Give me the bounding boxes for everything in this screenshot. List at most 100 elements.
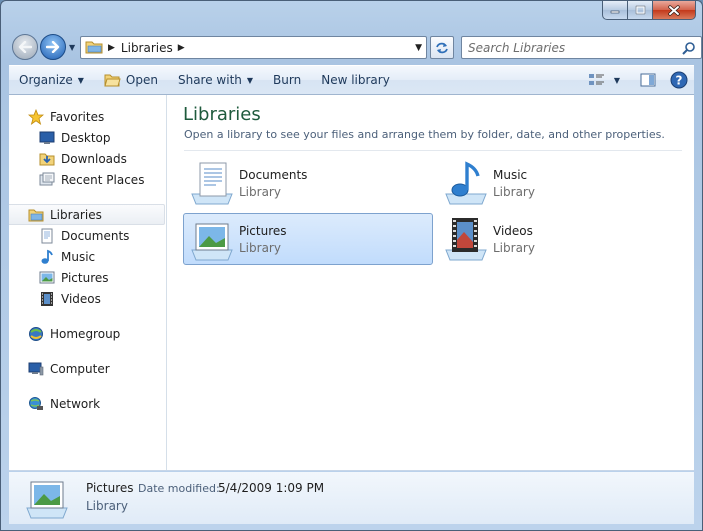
search-input[interactable] — [468, 40, 668, 55]
recent-places-icon — [39, 172, 55, 188]
sidebar-item-label: Homegroup — [50, 326, 121, 341]
divider — [184, 150, 682, 151]
breadcrumb-libraries[interactable]: Libraries — [121, 41, 173, 55]
library-name: Pictures — [239, 223, 287, 238]
explorer-window: ▼ ▶ Libraries ▶ ▼ Organize ▼ — [0, 0, 703, 531]
sidebar-item-network[interactable]: Network — [9, 393, 166, 414]
sidebar-item-computer[interactable]: Computer — [9, 358, 166, 379]
downloads-folder-icon — [39, 151, 55, 167]
new-library-button[interactable]: New library — [311, 68, 400, 92]
library-name: Videos — [493, 223, 533, 238]
maximize-button[interactable] — [628, 1, 653, 20]
svg-text:?: ? — [676, 74, 683, 88]
sidebar-item-libraries[interactable]: Libraries — [9, 204, 165, 225]
chevron-down-icon: ▼ — [77, 75, 84, 85]
details-modified-value: 5/4/2009 1:09 PM — [218, 481, 325, 495]
library-tile-music[interactable]: Music Library — [437, 157, 687, 209]
sidebar-item-homegroup[interactable]: Homegroup — [9, 323, 166, 344]
change-view-button[interactable] — [588, 69, 606, 91]
navigation-pane: Favorites Desktop Downloads Recent Place… — [9, 95, 167, 470]
library-tile-pictures[interactable]: Pictures Library — [183, 213, 433, 265]
documents-library-icon — [187, 159, 237, 207]
search-box[interactable] — [461, 36, 702, 59]
minimize-button[interactable] — [602, 1, 628, 20]
breadcrumb-separator-icon[interactable]: ▶ — [178, 43, 185, 53]
homegroup-icon — [28, 326, 44, 342]
sidebar-item-label: Favorites — [50, 109, 105, 124]
network-icon — [28, 396, 44, 412]
sidebar-item-favorites[interactable]: Favorites — [9, 106, 166, 127]
forward-button[interactable] — [40, 34, 66, 60]
sidebar-item-label: Computer — [50, 361, 110, 376]
search-icon[interactable] — [682, 41, 696, 58]
sidebar-item-pictures[interactable]: Pictures — [9, 267, 166, 288]
content-area: Favorites Desktop Downloads Recent Place… — [9, 95, 694, 471]
sidebar-item-recent-places[interactable]: Recent Places — [9, 169, 166, 190]
desktop-icon — [39, 130, 55, 146]
view-options-icon — [588, 74, 604, 85]
back-button[interactable] — [12, 34, 38, 60]
library-type: Library — [239, 184, 281, 199]
share-with-button[interactable]: Share with ▼ — [168, 68, 263, 92]
burn-label: Burn — [273, 73, 302, 87]
help-button[interactable]: ? — [670, 69, 688, 91]
library-type: Library — [493, 184, 535, 199]
sidebar-item-videos[interactable]: Videos — [9, 288, 166, 309]
address-history-dropdown[interactable]: ▼ — [415, 43, 422, 53]
new-library-label: New library — [321, 73, 390, 87]
pictures-library-icon — [23, 476, 71, 523]
share-with-label: Share with — [177, 73, 242, 87]
open-button[interactable]: Open — [94, 68, 168, 92]
navigation-bar: ▼ ▶ Libraries ▶ ▼ — [9, 32, 702, 62]
details-type: Library — [86, 499, 128, 513]
maximize-icon — [635, 5, 645, 15]
refresh-button[interactable] — [430, 36, 454, 59]
library-name: Documents — [239, 167, 308, 182]
videos-library-icon — [441, 215, 491, 263]
sidebar-item-desktop[interactable]: Desktop — [9, 127, 166, 148]
close-icon — [668, 4, 680, 16]
preview-pane-icon — [640, 73, 656, 87]
page-description: Open a library to see your files and arr… — [184, 128, 665, 141]
organize-button[interactable]: Organize ▼ — [9, 68, 94, 92]
library-type: Library — [493, 240, 535, 255]
sidebar-item-documents[interactable]: Documents — [9, 225, 166, 246]
sidebar-item-label: Downloads — [61, 151, 127, 166]
music-icon — [39, 249, 55, 265]
libraries-folder-icon — [85, 39, 103, 57]
address-bar[interactable]: ▶ Libraries ▶ ▼ — [80, 36, 427, 59]
open-label: Open — [125, 73, 158, 87]
burn-button[interactable]: Burn — [263, 68, 311, 92]
close-button[interactable] — [653, 1, 696, 20]
help-icon: ? — [670, 71, 688, 89]
sidebar-item-label: Videos — [61, 291, 101, 306]
sidebar-item-label: Recent Places — [61, 172, 145, 187]
details-modified-label: Date modified: — [138, 482, 220, 495]
organize-label: Organize — [19, 73, 73, 87]
sidebar-item-label: Libraries — [50, 207, 102, 222]
star-icon — [28, 108, 44, 125]
library-tile-documents[interactable]: Documents Library — [183, 157, 433, 209]
recent-pages-dropdown[interactable]: ▼ — [69, 43, 75, 52]
sidebar-item-downloads[interactable]: Downloads — [9, 148, 166, 169]
computer-icon — [28, 361, 44, 377]
preview-pane-button[interactable] — [640, 69, 656, 91]
sidebar-item-label: Documents — [61, 228, 130, 243]
more-view-options-button[interactable]: ▼ — [614, 69, 620, 91]
library-tile-videos[interactable]: Videos Library — [437, 213, 687, 265]
page-title: Libraries — [183, 104, 261, 125]
sidebar-item-label: Desktop — [61, 130, 111, 145]
sidebar-item-label: Pictures — [61, 270, 109, 285]
pictures-icon — [39, 270, 55, 286]
breadcrumb-separator-icon[interactable]: ▶ — [108, 43, 115, 53]
videos-icon — [39, 291, 55, 307]
command-bar: Organize ▼ Open Share with ▼ Burn New li… — [9, 65, 694, 95]
library-name: Music — [493, 167, 528, 182]
caption-buttons — [602, 1, 696, 20]
sidebar-item-music[interactable]: Music — [9, 246, 166, 267]
sidebar-item-label: Music — [61, 249, 96, 264]
